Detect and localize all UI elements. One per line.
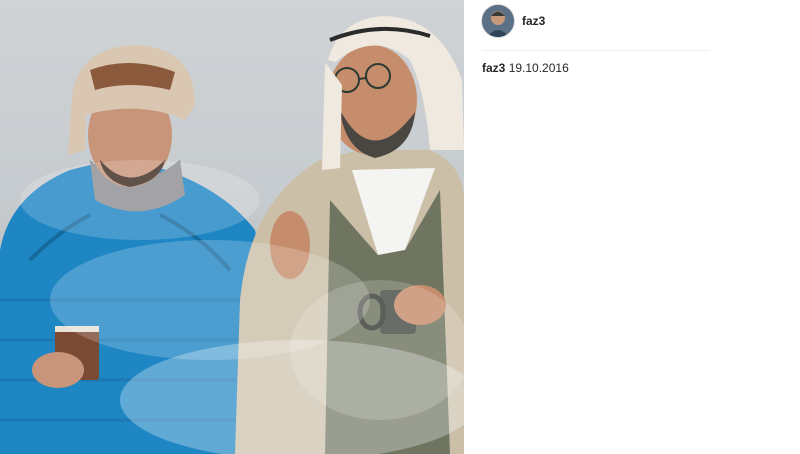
caption-username[interactable]: faz3: [482, 61, 505, 75]
post-sidebar: faz3 faz3 19.10.2016: [464, 0, 800, 454]
avatar-image: [482, 5, 514, 37]
caption-text: 19.10.2016: [508, 61, 569, 75]
post-caption: faz3 19.10.2016: [482, 61, 569, 75]
profile-avatar-icon[interactable]: [482, 5, 514, 37]
post-photo-illustration: [0, 16, 464, 454]
header-divider: [482, 50, 710, 51]
post-photo[interactable]: [0, 0, 464, 454]
post-username[interactable]: faz3: [522, 14, 545, 28]
post-header: faz3: [482, 4, 545, 38]
